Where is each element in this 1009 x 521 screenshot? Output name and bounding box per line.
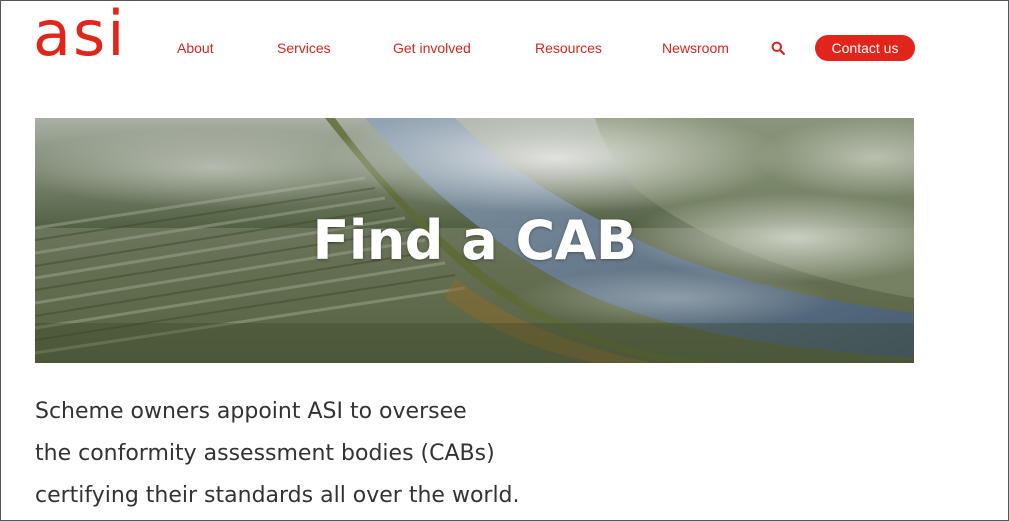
hero-banner: Find a CAB [35,118,914,363]
nav-get-involved[interactable]: Get involved [393,39,471,57]
hero-title: Find a CAB [312,209,637,272]
asi-logo[interactable]: asi [33,3,127,65]
nav-about[interactable]: About [177,39,214,57]
search-icon[interactable] [771,41,785,55]
intro-line-2: the conformity assessment bodies (CABs) [35,441,495,466]
nav-resources[interactable]: Resources [535,39,602,57]
nav-services[interactable]: Services [277,39,331,57]
contact-us-button[interactable]: Contact us [815,35,915,61]
browser-viewport: asi About Services Get involved Resource… [0,0,1009,521]
intro-text: Scheme owners appoint ASI to oversee the… [35,391,735,517]
intro-line-1: Scheme owners appoint ASI to oversee [35,399,467,424]
nav-newsroom[interactable]: Newsroom [662,39,729,57]
site-header: asi About Services Get involved Resource… [1,1,1008,96]
intro-line-3: certifying their standards all over the … [35,483,520,508]
